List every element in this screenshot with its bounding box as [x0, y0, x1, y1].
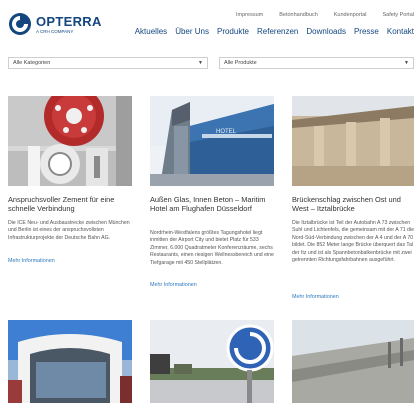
card-image-curved-glass-building[interactable] [8, 320, 132, 403]
meta-nav-impressum[interactable]: Impressum [236, 12, 263, 18]
card-image-itztal-bridge[interactable] [292, 96, 414, 186]
card-description: Nordrhein-Westfalens größtes Tagungshote… [150, 230, 274, 266]
product-filter-value: Alle Produkte [224, 60, 257, 66]
card-image-concrete-slab[interactable] [292, 320, 414, 403]
meta-nav-safety-portal[interactable]: Safety Portal [383, 12, 414, 18]
brand-name: OPTERRA [36, 14, 102, 29]
nav-kontakt[interactable]: Kontakt [387, 27, 414, 36]
card-description: Die Itztalbrücke ist Teil der Autobahn A… [292, 220, 414, 264]
nav-referenzen[interactable]: Referenzen [257, 27, 298, 36]
category-filter-value: Alle Kategorien [13, 60, 51, 66]
product-filter-select[interactable]: Alle Produkte ▼ [219, 57, 414, 69]
nav-aktuelles[interactable]: Aktuelles [135, 27, 167, 36]
brand-tagline: A CRH COMPANY [36, 29, 74, 34]
caret-down-icon: ▼ [404, 60, 409, 66]
card-more-link[interactable]: Mehr Informationen [150, 282, 197, 288]
main-navigation: Aktuelles Über Uns Produkte Referenzen D… [127, 27, 414, 36]
nav-ueber-uns[interactable]: Über Uns [175, 27, 209, 36]
card-title[interactable]: Außen Glas, Innen Beton – Maritim Hotel … [150, 195, 268, 213]
card-image-maritim-hotel[interactable]: HOTEL [150, 96, 274, 186]
card-title[interactable]: Anspruchsvoller Zement für eine schnelle… [8, 195, 132, 213]
nav-downloads[interactable]: Downloads [306, 27, 346, 36]
card-more-link[interactable]: Mehr Informationen [8, 258, 55, 264]
card-more-link[interactable]: Mehr Informationen [292, 294, 339, 300]
meta-nav-betonhandbuch[interactable]: Betonhandbuch [279, 12, 318, 18]
opterra-logo[interactable]: OPTERRA A CRH COMPANY [8, 12, 118, 38]
card-title[interactable]: Brückenschlag zwischen Ost und West – It… [292, 195, 414, 213]
svg-text:HOTEL: HOTEL [216, 129, 237, 135]
nav-presse[interactable]: Presse [354, 27, 379, 36]
nav-produkte[interactable]: Produkte [217, 27, 249, 36]
card-image-roundabout[interactable] [150, 320, 274, 403]
meta-nav-kundenportal[interactable]: Kundenportal [334, 12, 367, 18]
category-filter-select[interactable]: Alle Kategorien ▼ [8, 57, 208, 69]
meta-navigation: Impressum Betonhandbuch Kundenportal Saf… [220, 12, 414, 18]
card-image-tunnel-boring-machine[interactable] [8, 96, 132, 186]
card-description: Die ICE Neu- und Ausbaustrecke zwischen … [8, 220, 130, 241]
opterra-logo-icon [9, 13, 31, 35]
caret-down-icon: ▼ [198, 60, 203, 66]
site-header: OPTERRA A CRH COMPANY Impressum Betonhan… [0, 0, 414, 46]
